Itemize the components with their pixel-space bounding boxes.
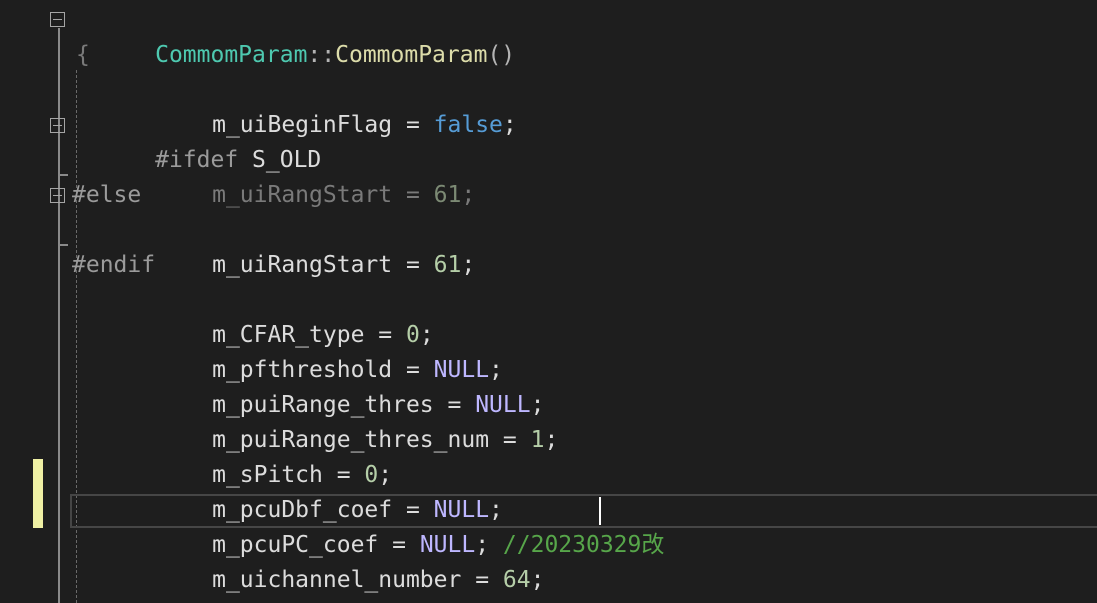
code-line-11[interactable]: m_puiRange_thres = NULL; bbox=[0, 353, 1097, 418]
text-caret bbox=[599, 497, 601, 525]
preprocessor-directive: #endif bbox=[72, 252, 156, 278]
code-line-15[interactable]: m_pcuPC_coef = NULL; //20230329改 bbox=[0, 493, 1097, 558]
code-editor[interactable]: CommomParam::CommomParam() { m_uiBeginFl… bbox=[0, 0, 1097, 603]
code-line-17[interactable]: m_uiframe_number = 64; bbox=[0, 563, 1097, 603]
code-line-10[interactable]: m_pfthreshold = NULL; bbox=[0, 318, 1097, 383]
code-line-16[interactable]: m_uichannel_number = 64; bbox=[0, 528, 1097, 593]
code-line-2[interactable]: { bbox=[0, 38, 1097, 73]
code-line-9[interactable]: m_CFAR_type = 0; bbox=[0, 283, 1097, 348]
code-line-4[interactable]: #ifdef S_OLD bbox=[0, 108, 1097, 173]
code-line-3[interactable]: m_uiBeginFlag = false; bbox=[0, 73, 1097, 138]
preprocessor-directive: #else bbox=[72, 182, 142, 208]
code-line-14[interactable]: m_pcuDbf_coef = NULL; bbox=[0, 458, 1097, 523]
code-line-6[interactable]: #else bbox=[0, 178, 1097, 213]
code-line-7[interactable]: m_uiRangStart = 61; bbox=[0, 213, 1097, 278]
code-line-13[interactable]: m_sPitch = 0; bbox=[0, 423, 1097, 488]
code-line-5[interactable]: m_uiRangStart = 61; bbox=[0, 143, 1097, 208]
code-line-8[interactable]: #endif bbox=[0, 248, 1097, 283]
open-brace: { bbox=[76, 42, 90, 68]
code-line-1[interactable]: CommomParam::CommomParam() bbox=[0, 3, 1097, 68]
code-line-12[interactable]: m_puiRange_thres_num = 1; bbox=[0, 388, 1097, 453]
